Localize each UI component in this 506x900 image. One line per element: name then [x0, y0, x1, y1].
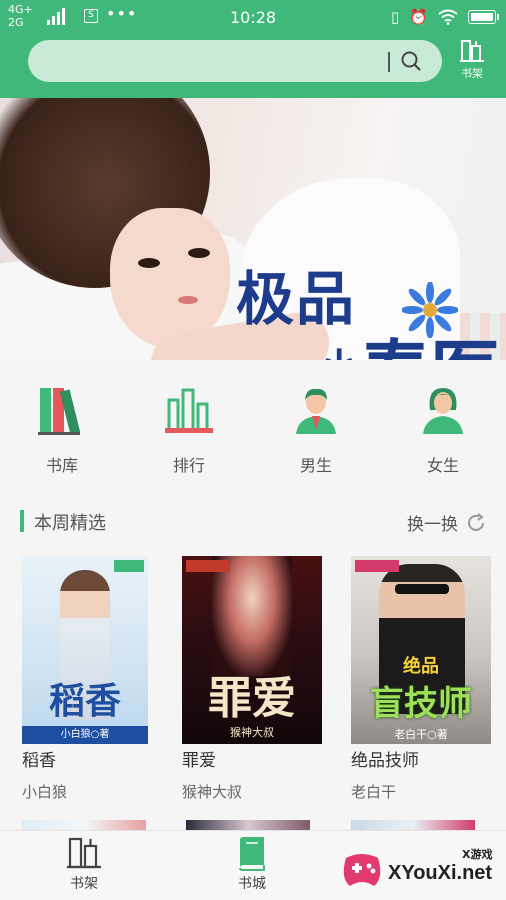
- status-icons: ▯ ⏰: [391, 6, 499, 28]
- bookshelf-label: 书架: [461, 67, 483, 80]
- book-title: 罪爱: [182, 751, 216, 771]
- search-input[interactable]: [46, 40, 376, 82]
- nav-bookshelf[interactable]: 书架: [44, 835, 124, 893]
- nav-bookstore-label: 书城: [238, 876, 266, 892]
- status-bar: 4G+ 2G S ••• 10:28 ▯ ⏰: [0, 0, 506, 34]
- cover-sunglasses: [395, 584, 449, 594]
- cover-title: 盲技师: [370, 684, 472, 724]
- banner-eye-right: [188, 248, 210, 258]
- category-male-label: 男生: [299, 456, 332, 475]
- watermark-main-text: XYouXi.net: [388, 862, 493, 884]
- book-author: 老白干: [351, 783, 397, 801]
- book-card[interactable]: 稻香 小白狼○著 稻香 小白狼: [22, 556, 162, 802]
- refresh-icon: [468, 512, 484, 531]
- book-cover[interactable]: 罪爱 猴神大叔: [182, 556, 322, 744]
- flower-icon: [402, 282, 458, 338]
- cover-figure: [212, 556, 292, 676]
- search-icon[interactable]: [400, 50, 422, 72]
- gamepad-logo-icon: [343, 854, 381, 886]
- category-ranking-label: 排行: [172, 456, 205, 475]
- next-row-cover[interactable]: [22, 820, 146, 830]
- nav-bookshelf-label: 书架: [70, 876, 98, 892]
- search-bar[interactable]: [28, 40, 442, 82]
- book-author: 小白狼: [22, 783, 68, 801]
- battery-icon: [468, 10, 499, 24]
- refresh-label: 换一换: [407, 515, 458, 535]
- app-header: 书架: [0, 34, 506, 98]
- book-card[interactable]: 绝品 盲技师 老白干○著 绝品技师 老白干: [351, 556, 491, 802]
- cover-caption: 猴神大叔: [230, 726, 274, 739]
- book-cover[interactable]: 绝品 盲技师 老白干○著: [351, 556, 491, 744]
- category-library-label: 书库: [45, 456, 78, 475]
- ranking-icon: [165, 388, 213, 433]
- category-library[interactable]: 书库: [17, 386, 107, 476]
- book-cover[interactable]: 稻香 小白狼○著: [22, 556, 148, 744]
- book-author: 猴神大叔: [182, 783, 243, 801]
- cover-title-small: 绝品: [403, 656, 439, 677]
- bookstore-icon: [239, 837, 265, 871]
- cover-logo: [186, 560, 230, 572]
- book-title: 稻香: [22, 751, 56, 771]
- bookshelf-icon: [460, 40, 484, 62]
- refresh-button[interactable]: 换一换: [407, 510, 486, 535]
- nav-bookstore[interactable]: 书城: [212, 835, 292, 893]
- category-row: 书库 排行 男生 女生: [0, 360, 506, 490]
- search-divider: [388, 52, 390, 72]
- category-female-label: 女生: [426, 456, 459, 475]
- section-title: 本周精选: [34, 513, 106, 534]
- category-female[interactable]: 女生: [398, 386, 488, 476]
- banner-title-line1: 极品: [236, 265, 357, 333]
- book-title: 绝品技师: [351, 751, 419, 771]
- cover-caption: 老白干○著: [394, 728, 448, 741]
- books-icon: [38, 388, 81, 435]
- cover-caption: 小白狼○著: [22, 726, 148, 744]
- female-icon: [423, 388, 463, 434]
- cover-title: 稻香: [48, 680, 121, 722]
- next-row-cover[interactable]: [186, 820, 310, 830]
- category-male[interactable]: 男生: [271, 386, 361, 476]
- vibrate-icon: ▯: [391, 8, 400, 26]
- wifi-icon: [438, 9, 458, 25]
- banner-title-small: 小: [318, 346, 360, 361]
- book-card[interactable]: 罪爱 猴神大叔 罪爱 猴神大叔: [182, 556, 322, 802]
- bookshelf-icon: [67, 837, 101, 869]
- cover-logo: [355, 560, 399, 572]
- alarm-icon: ⏰: [409, 8, 428, 26]
- male-icon: [296, 388, 336, 434]
- cover-logo: [114, 560, 144, 572]
- bookshelf-button[interactable]: 书架: [452, 38, 492, 86]
- banner-eye-left: [138, 258, 160, 268]
- category-ranking[interactable]: 排行: [144, 386, 234, 476]
- watermark-small-text: X游戏: [462, 848, 493, 861]
- banner-title-large: 春医: [360, 336, 500, 361]
- banner-lips: [178, 296, 198, 304]
- next-row-cover[interactable]: [351, 820, 475, 830]
- promo-banner[interactable]: 极品 小 春医: [0, 98, 506, 360]
- cover-title: 罪爱: [208, 673, 296, 724]
- section-accent-bar: [20, 510, 24, 532]
- watermark: X游戏 XYouXi.net: [332, 840, 506, 900]
